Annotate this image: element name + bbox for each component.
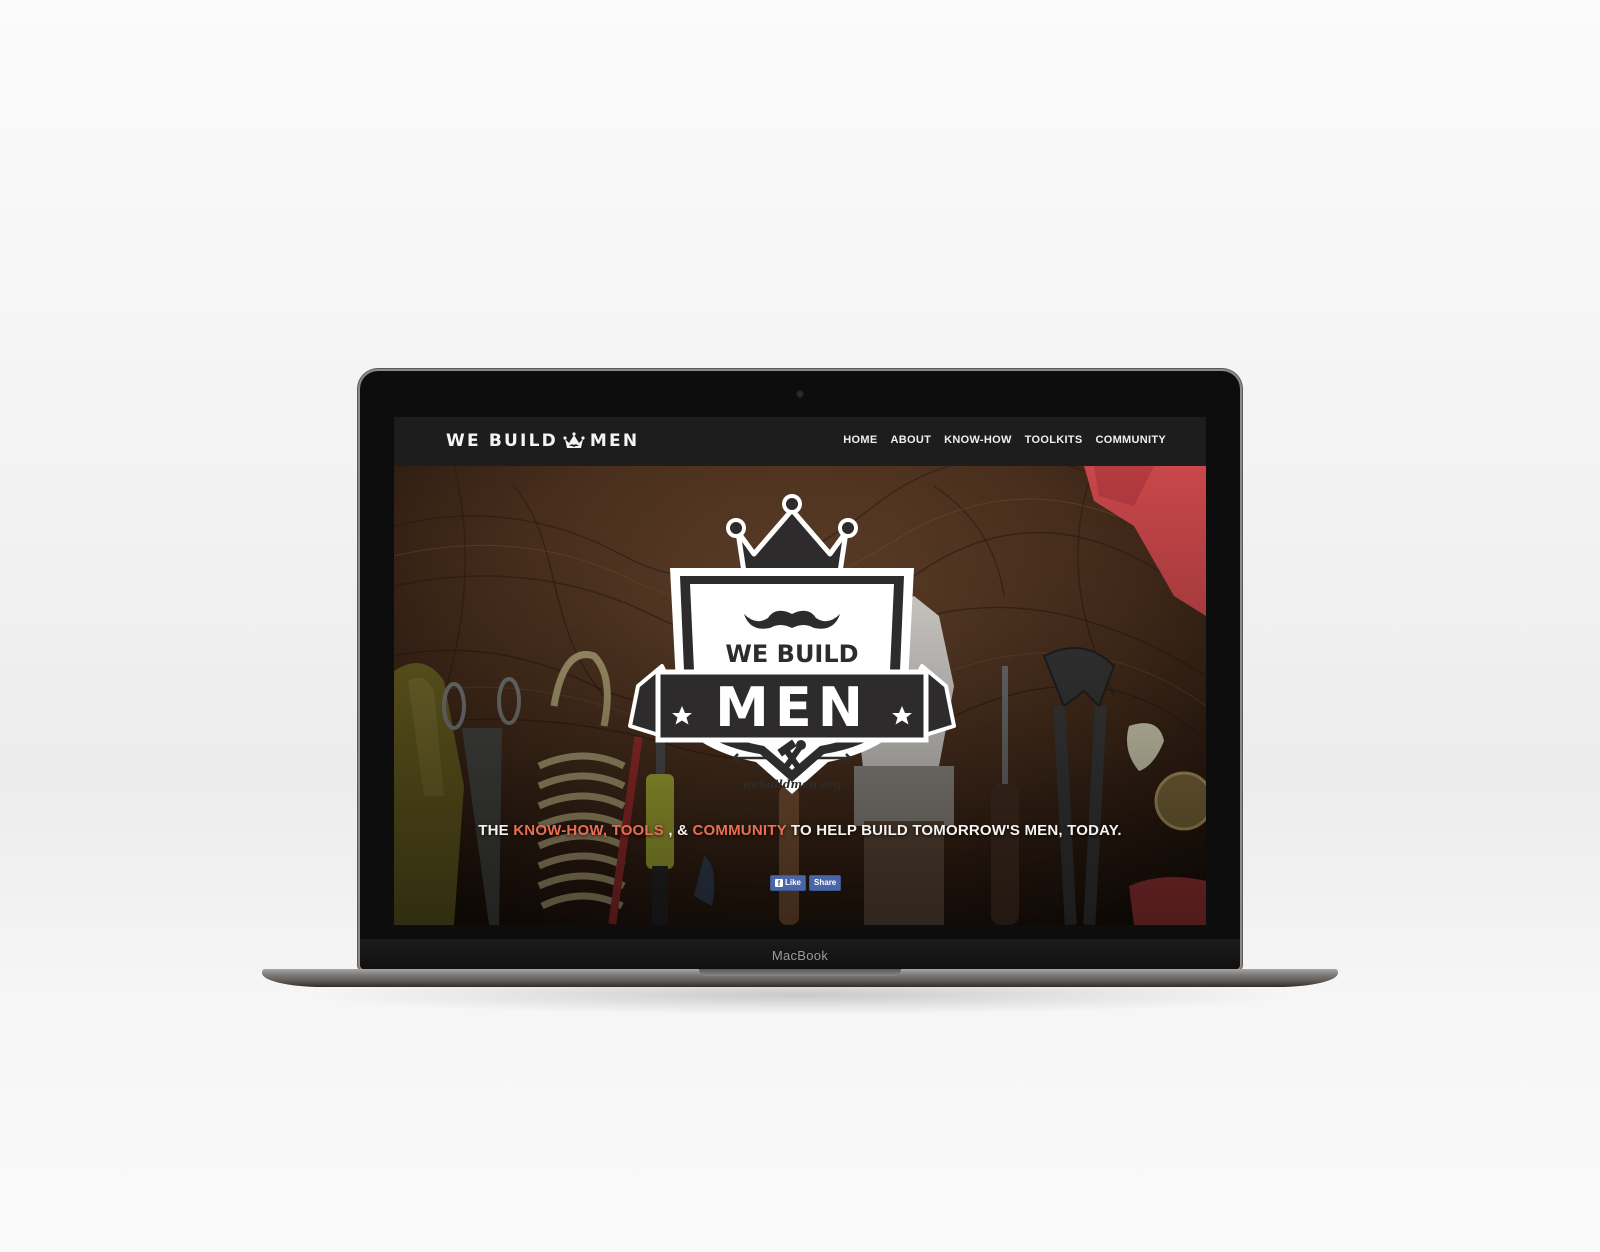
device-brand-label: MacBook <box>771 948 829 963</box>
emblem-top-text: WE BUILD <box>725 640 858 668</box>
facebook-icon: f <box>775 879 783 888</box>
screen-bottom-bezel: MacBook <box>360 939 1240 969</box>
like-label: Like <box>785 878 802 887</box>
main-nav: HOME ABOUT KNOW-HOW TOOLKITS COMMUNITY <box>843 434 1166 446</box>
facebook-share-button[interactable]: Share <box>809 875 842 891</box>
hero-tagline: THE KNOW-HOW, TOOLS , & COMMUNITY TO HEL… <box>394 822 1206 839</box>
tagline-highlight-community: COMMUNITY <box>692 822 787 839</box>
site-logo[interactable]: WE BUILD MEN <box>446 431 639 451</box>
tagline-highlight-know-how-tools: KNOW-HOW, TOOLS <box>513 822 664 839</box>
logo-text-left: WE BUILD <box>446 431 558 451</box>
emblem-main-text: MEN <box>715 676 869 739</box>
emblem-url: webuildmen.org <box>742 778 842 791</box>
share-label: Share <box>814 878 837 887</box>
crown-icon <box>726 494 858 575</box>
facebook-social-buttons: f Like Share <box>770 875 842 891</box>
laptop-lid: WE BUILD MEN HOME ABOUT KNOW-HOW TOOLKIT… <box>360 371 1240 969</box>
hero-section: WE BUILD MEN webuildmen.org THE KNOW-HOW… <box>394 466 1206 925</box>
tagline-part-3: TO HELP BUILD TOMORROW'S MEN, TODAY. <box>786 822 1122 839</box>
site-navbar: WE BUILD MEN HOME ABOUT KNOW-HOW TOOLKIT… <box>394 417 1206 466</box>
nav-about[interactable]: ABOUT <box>890 434 931 446</box>
facebook-like-button[interactable]: f Like <box>770 875 807 891</box>
nav-home[interactable]: HOME <box>843 434 877 446</box>
browser-viewport: WE BUILD MEN HOME ABOUT KNOW-HOW TOOLKIT… <box>394 417 1206 925</box>
laptop-hinge-notch <box>699 969 901 976</box>
tagline-part-1: THE <box>478 822 514 839</box>
nav-know-how[interactable]: KNOW-HOW <box>944 434 1012 446</box>
nav-toolkits[interactable]: TOOLKITS <box>1025 434 1083 446</box>
we-build-men-emblem: WE BUILD MEN webuildmen.org <box>628 494 956 794</box>
camera-icon <box>797 391 803 397</box>
crown-mustache-icon <box>563 432 585 448</box>
tagline-part-2: , & <box>664 822 693 839</box>
nav-community[interactable]: COMMUNITY <box>1095 434 1166 446</box>
logo-text-right: MEN <box>589 431 640 451</box>
laptop-base <box>262 969 1338 987</box>
